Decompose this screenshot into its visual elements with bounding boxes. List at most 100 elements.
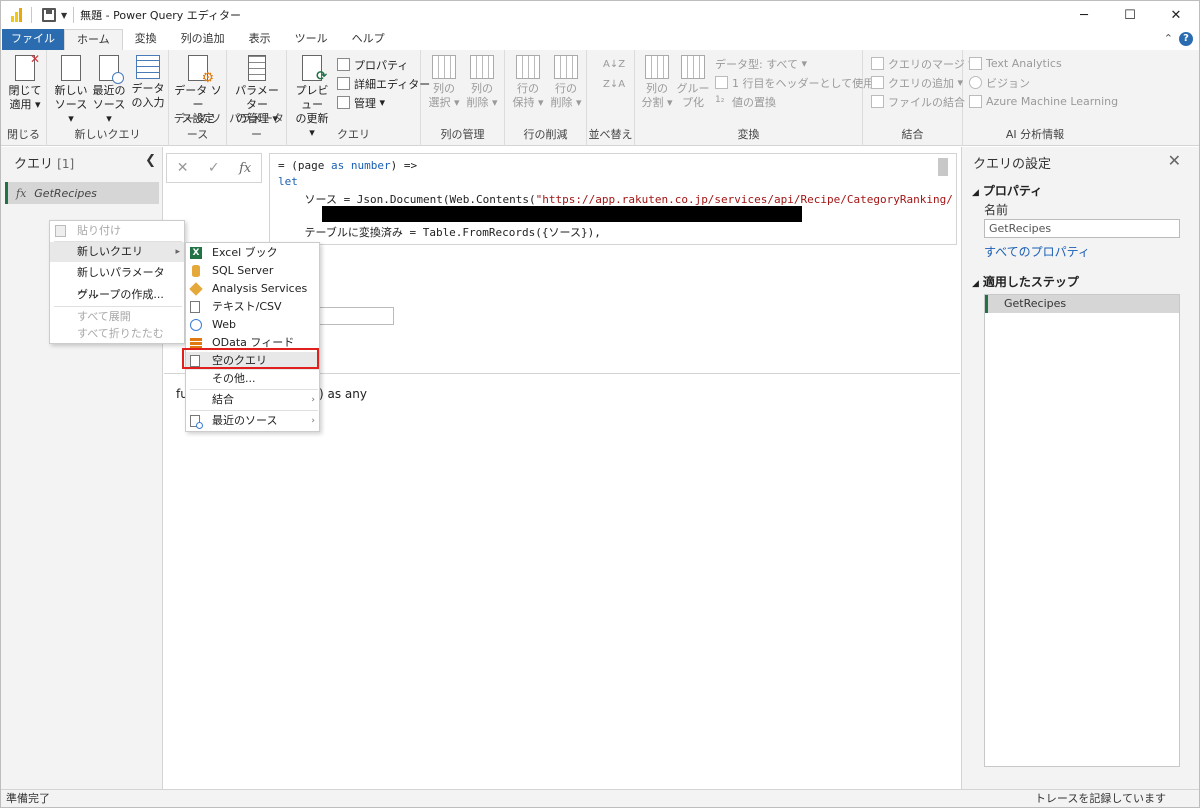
applied-step-item[interactable]: GetRecipes — [985, 295, 1179, 313]
keep-rows-label-1: 行の — [517, 82, 539, 95]
applied-steps-header[interactable]: ◢ 適用したステップ — [972, 273, 1079, 290]
text-file-icon — [190, 301, 200, 313]
enter-data-button[interactable]: データ の入力 — [129, 55, 167, 110]
new-source-button[interactable]: 新しい ソース ▾ — [53, 55, 89, 126]
context-create-group[interactable]: グループの作成... — [50, 285, 184, 305]
confirm-formula-icon[interactable]: ✓ — [208, 160, 220, 176]
cancel-formula-icon[interactable]: ✕ — [177, 160, 189, 176]
group-manage-columns-label: 列の管理 — [440, 128, 485, 141]
tab-help[interactable]: ヘルプ — [340, 29, 397, 50]
close-apply-button[interactable]: ✕ 閉じて 適用 ▾ — [7, 52, 43, 112]
group-new-query: 新しい ソース ▾ 最近の ソース ▾ データ の入力 新しいクエリ — [47, 50, 169, 146]
group-sort: A↓Z Z↓A 並べ替え — [587, 50, 635, 146]
recent-sources-label-1: 最近の — [92, 84, 126, 97]
context-new-parameter[interactable]: 新しいパラメーター... — [50, 263, 184, 299]
query-name-input[interactable]: GetRecipes — [984, 219, 1180, 238]
split-label-2: 分割 — [641, 96, 664, 109]
sort-descending-icon[interactable]: Z↓A — [603, 76, 625, 93]
group-combine: クエリのマージ ▾ クエリの追加 ▾ ファイルの結合 結合 — [863, 50, 974, 146]
new-source-label-2: ソース — [54, 98, 88, 111]
advanced-editor-button[interactable]: 詳細エディター — [337, 75, 430, 92]
tab-add-column[interactable]: 列の追加 — [169, 29, 237, 50]
fx-icon[interactable]: fx — [239, 161, 251, 176]
merge-queries-button[interactable]: クエリのマージ ▾ — [871, 55, 974, 72]
context-paste-label: 貼り付け — [77, 224, 121, 237]
ribbon: ✕ 閉じて 適用 ▾ 閉じる 新しい ソース ▾ 最近の ソース ▾ データ の… — [1, 50, 1199, 146]
collapse-ribbon-icon[interactable]: ⌃ — [1164, 32, 1173, 45]
group-by-icon — [681, 55, 705, 79]
text-analytics-button[interactable]: Text Analytics — [969, 55, 1062, 72]
minimize-button[interactable]: ─ — [1061, 1, 1107, 29]
replace-icon: 1₂ — [715, 95, 725, 105]
split-column-icon — [645, 55, 669, 79]
recent-sources-button[interactable]: 最近の ソース ▾ — [91, 55, 127, 126]
help-icon[interactable]: ? — [1179, 32, 1193, 46]
remove-rows-button[interactable]: 行の 削除 ▾ — [547, 55, 585, 110]
choose-columns-label-2: 選択 — [428, 96, 451, 109]
recent-sources-icon — [99, 55, 124, 84]
submenu-label: SQL Server — [212, 264, 274, 277]
replace-values-button[interactable]: 1₂ 値の置換 — [715, 93, 776, 110]
submenu-web[interactable]: Web — [186, 316, 319, 334]
replace-label: 値の置換 — [732, 95, 776, 109]
applied-steps-label: 適用したステップ — [982, 275, 1079, 289]
vision-button[interactable]: ビジョン — [969, 74, 1030, 91]
remove-columns-button[interactable]: 列の 削除 ▾ — [463, 55, 501, 110]
query-item-getrecipes[interactable]: fx GetRecipes — [5, 182, 159, 204]
azure-ml-button[interactable]: Azure Machine Learning — [969, 93, 1118, 110]
append-queries-button[interactable]: クエリの追加 ▾ — [871, 74, 963, 91]
split-column-button[interactable]: 列の 分割 ▾ — [639, 55, 675, 110]
formula-editor[interactable]: = (page as number) => let ソース = Json.Doc… — [269, 153, 957, 245]
database-icon — [192, 265, 200, 277]
group-by-button[interactable]: グルー プ化 — [675, 55, 711, 110]
first-row-header-button[interactable]: 1 行目をヘッダーとして使用 ▾ — [715, 74, 883, 91]
submenu-combine[interactable]: 結合 › — [186, 391, 319, 409]
close-window-button[interactable]: ✕ — [1153, 1, 1199, 29]
group-combine-label: 結合 — [901, 128, 924, 141]
properties-button[interactable]: プロパティ — [337, 56, 408, 73]
submenu-text-csv[interactable]: テキスト/CSV — [186, 298, 319, 316]
submenu-excel-workbook[interactable]: X Excel ブック — [186, 244, 319, 262]
submenu-analysis-services[interactable]: Analysis Services — [186, 280, 319, 298]
keep-rows-button[interactable]: 行の 保持 ▾ — [509, 55, 547, 110]
collapse-panel-icon[interactable]: ❮ — [145, 153, 156, 168]
context-create-group-label: グループの作成... — [77, 288, 164, 301]
tab-tools[interactable]: ツール — [283, 29, 340, 50]
data-source-label-1: データ ソー — [174, 84, 222, 111]
highlight-box — [182, 348, 319, 369]
maximize-button[interactable]: ☐ — [1107, 1, 1153, 29]
tab-transform[interactable]: 変換 — [123, 29, 169, 50]
context-paste[interactable]: 貼り付け — [50, 221, 184, 241]
submenu-more[interactable]: その他... — [186, 370, 319, 388]
choose-columns-button[interactable]: 列の 選択 ▾ — [425, 55, 463, 110]
data-type-dropdown[interactable]: データ型: すべて ▾ — [715, 55, 807, 72]
save-icon[interactable] — [42, 8, 56, 22]
new-query-submenu: X Excel ブック SQL Server Analysis Services … — [185, 242, 320, 432]
remove-rows-label-2: 削除 — [550, 96, 573, 109]
combine-files-button[interactable]: ファイルの結合 — [871, 93, 965, 110]
all-properties-link[interactable]: すべてのプロパティ — [984, 243, 1090, 260]
sort-ascending-icon[interactable]: A↓Z — [603, 56, 625, 73]
close-settings-icon[interactable]: ✕ — [1168, 151, 1181, 170]
choose-columns-icon — [432, 55, 456, 79]
code-line-2: let — [278, 175, 298, 188]
redacted-block — [322, 206, 802, 222]
submenu-sql-server[interactable]: SQL Server — [186, 262, 319, 280]
editor-scrollbar[interactable] — [938, 158, 948, 176]
context-expand-all-label: すべて展開 — [77, 310, 131, 323]
tab-file[interactable]: ファイル — [2, 29, 64, 50]
close-apply-label-2: 適用 — [9, 98, 32, 111]
parameter-input[interactable] — [314, 307, 394, 325]
group-by-label-1: グルー — [676, 82, 710, 95]
context-new-query[interactable]: 新しいクエリ ▸ — [50, 242, 184, 262]
submenu-label: Excel ブック — [212, 246, 278, 259]
quick-access-dropdown-icon[interactable]: ▼ — [61, 11, 67, 20]
properties-section-header[interactable]: ◢ プロパティ — [972, 182, 1042, 199]
choose-columns-label-1: 列の — [433, 82, 455, 95]
submenu-recent-sources[interactable]: 最近のソース › — [186, 412, 319, 430]
context-collapse-all[interactable]: すべて折りたたむ — [50, 324, 184, 344]
tab-view[interactable]: 表示 — [237, 29, 283, 50]
tab-home[interactable]: ホーム — [64, 29, 123, 50]
keep-rows-icon — [516, 55, 540, 79]
manage-button[interactable]: 管理 ▾ — [337, 94, 385, 111]
